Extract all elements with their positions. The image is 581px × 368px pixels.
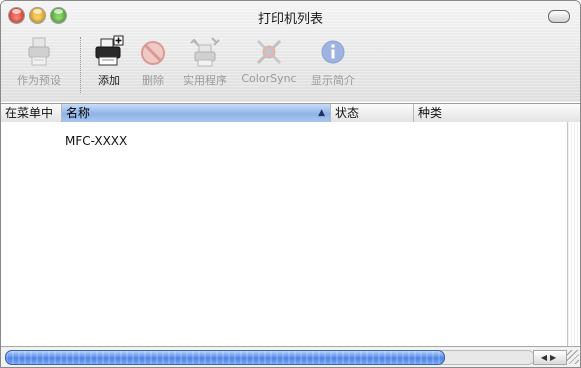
colorsync-icon [256, 39, 282, 65]
utility-icon [190, 37, 220, 67]
scroll-arrows[interactable]: ◀▶ [533, 350, 567, 365]
column-name[interactable]: 名称 ▲ [62, 104, 331, 122]
make-default-label: 作为预设 [17, 74, 61, 87]
printer-list: MFC-XXXX [1, 122, 568, 346]
window-title: 打印机列表 [257, 12, 323, 27]
printer-name-cell: MFC-XXXX [65, 134, 128, 148]
column-status[interactable]: 状态 [331, 104, 414, 122]
utility-button[interactable]: 实用程序 [173, 35, 237, 88]
colorsync-button[interactable]: ColorSync [237, 35, 301, 85]
column-status-label: 状态 [335, 106, 360, 120]
colorsync-label: ColorSync [241, 72, 297, 85]
horizontal-scroll-thumb[interactable] [5, 350, 445, 365]
horizontal-scrollbar: ◀▶ [1, 346, 580, 367]
toolbar-toggle-button[interactable] [548, 10, 570, 23]
default-printer-icon [28, 37, 50, 66]
resize-handle[interactable] [567, 350, 579, 364]
show-info-button[interactable]: 显示简介 [301, 35, 365, 88]
delete-icon [141, 41, 165, 65]
make-default-button[interactable]: 作为预设 [7, 35, 71, 88]
show-info-label: 显示简介 [311, 74, 355, 87]
table-row[interactable]: MFC-XXXX [1, 132, 568, 150]
column-in-menu-label: 在菜单中 [5, 106, 54, 120]
column-kind-label: 种类 [418, 106, 443, 120]
title-bar: 打印机列表 [1, 1, 580, 31]
info-icon [321, 40, 345, 64]
column-kind[interactable]: 种类 [414, 104, 580, 122]
utility-label: 实用程序 [183, 74, 227, 87]
printer-list-window: 打印机列表 作为预设 添加 删除 实用程序 ColorSync 显示简介 在菜单… [0, 0, 581, 368]
column-name-label: 名称 [66, 106, 91, 120]
column-in-menu[interactable]: 在菜单中 [1, 104, 62, 122]
sort-ascending-icon: ▲ [318, 108, 325, 118]
column-header-bar: 在菜单中 名称 ▲ 状态 种类 [1, 103, 580, 123]
vertical-scrollbar[interactable] [567, 122, 580, 346]
toolbar-area: 打印机列表 作为预设 添加 删除 实用程序 ColorSync 显示简介 [1, 1, 580, 102]
